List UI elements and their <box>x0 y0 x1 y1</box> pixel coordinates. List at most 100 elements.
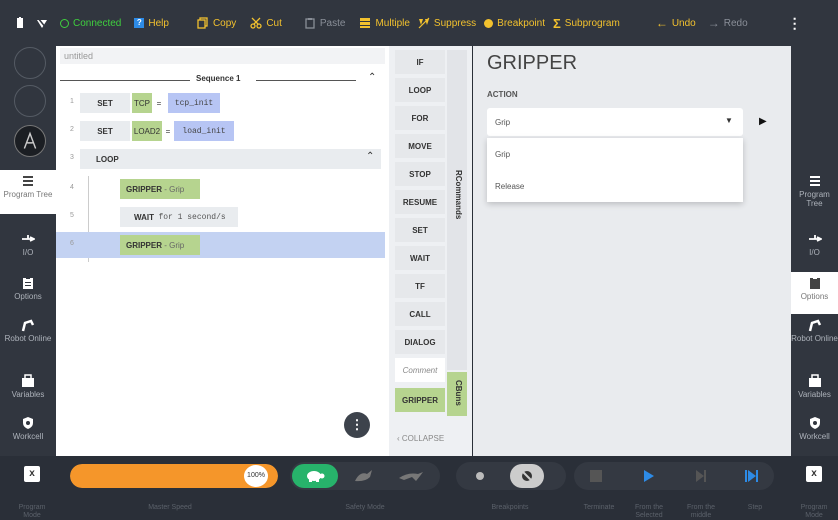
rabbit-icon[interactable] <box>352 468 374 484</box>
subprogram-button[interactable]: Σ Subprogram <box>553 0 620 46</box>
cmd-if[interactable]: IF <box>395 50 445 74</box>
program-row[interactable]: 5 WAIT for 1 second/s <box>58 204 383 230</box>
breakpoint-dot-icon[interactable] <box>476 472 484 480</box>
nav-io-right[interactable]: I/O <box>791 228 838 272</box>
redo-button[interactable]: → Redo <box>708 0 748 46</box>
dropdown-option-grip[interactable]: Grip <box>487 138 743 170</box>
program-mode-button-right[interactable]: x <box>806 466 822 482</box>
action-select[interactable]: Grip ▼ <box>487 108 743 136</box>
sequence-label: Sequence 1 <box>196 74 241 83</box>
action-dropdown-menu: Grip Release <box>487 138 743 202</box>
connected-icon <box>60 18 69 28</box>
chevron-left-icon: ‹ <box>397 434 400 443</box>
cmd-loop[interactable]: LOOP <box>395 78 445 102</box>
action-label: ACTION <box>487 90 518 99</box>
cmd-call[interactable]: CALL <box>395 302 445 326</box>
list-icon <box>809 176 820 186</box>
cut-button[interactable]: Cut <box>250 0 282 46</box>
robot-logo-icon[interactable] <box>14 125 46 157</box>
nav-options[interactable]: Options <box>0 272 56 316</box>
step-icon[interactable] <box>744 469 760 483</box>
shield-icon <box>23 417 33 429</box>
cmd-stop[interactable]: STOP <box>395 162 445 186</box>
nav-workcell[interactable]: Workcell <box>0 412 56 456</box>
scissors-icon <box>250 17 262 29</box>
close-x-icon: x <box>811 468 817 479</box>
program-title-input[interactable]: untitled <box>60 48 385 64</box>
list-icon <box>23 176 33 186</box>
nav-variables[interactable]: Variables <box>0 370 56 414</box>
nav-options-right[interactable]: Options <box>791 272 838 314</box>
dropdown-caret-icon: ▼ <box>725 116 733 125</box>
arrow-right-icon: → <box>707 16 720 30</box>
master-speed-slider[interactable]: 100% <box>70 464 278 488</box>
program-row[interactable]: 1 SET TCP = tcp_init <box>58 90 383 116</box>
equals-sign: = <box>156 98 162 108</box>
program-mode-button[interactable]: x <box>24 466 40 482</box>
undo-button[interactable]: ← Undo <box>656 0 696 46</box>
breakpoint-button[interactable]: Breakpoint <box>484 0 545 46</box>
suppress-button[interactable]: Suppress <box>418 0 476 46</box>
cmd-set[interactable]: SET <box>395 218 445 242</box>
program-row[interactable]: 3 LOOP ⌃ <box>58 146 383 172</box>
cmd-resume[interactable]: RESUME <box>395 190 445 214</box>
cmd-comment[interactable]: Comment <box>395 358 445 382</box>
nav-workcell-right[interactable]: Workcell <box>791 412 838 456</box>
breakpoints-label: Breakpoints <box>491 504 529 511</box>
clipboard-icon <box>23 277 33 289</box>
cheetah-icon[interactable] <box>398 468 424 484</box>
step-label: Step <box>747 504 763 511</box>
program-row[interactable]: 4 GRIPPER - Grip <box>58 176 383 262</box>
nav-program-tree[interactable]: Program Tree <box>0 170 56 214</box>
sequence-header[interactable]: Sequence 1 ⌃ <box>60 72 383 88</box>
more-menu-icon[interactable]: ⋮ <box>788 0 802 46</box>
robot-arm-icon <box>21 319 35 332</box>
play-icon[interactable] <box>642 469 656 483</box>
dropdown-option-release[interactable]: Release <box>487 170 743 202</box>
right-sidebar: Program Tree I/O Options Robot Online Va… <box>791 46 838 456</box>
battery-icon <box>14 0 26 46</box>
panel-title: GRIPPER <box>487 52 578 74</box>
more-actions-button[interactable]: ⋮ <box>344 412 370 438</box>
breakpoints-toggle[interactable] <box>510 464 544 488</box>
wifi-icon <box>36 0 48 46</box>
program-row-selected[interactable]: 6 GRIPPER - Grip <box>56 232 385 258</box>
chevron-up-icon[interactable]: ⌃ <box>368 72 376 83</box>
help-button[interactable]: ? Help <box>134 0 169 46</box>
rcommands-tab[interactable]: RCommands <box>447 50 467 370</box>
shield-icon <box>809 417 820 429</box>
breakpoint-icon <box>484 18 494 28</box>
bottom-control-bar: x Program Mode 100% Master Speed Safety … <box>0 456 838 519</box>
nav-robot-online-right[interactable]: Robot Online <box>791 314 838 358</box>
safety-mode-group <box>290 462 440 490</box>
cmd-wait[interactable]: WAIT <box>395 246 445 270</box>
cbuns-tab[interactable]: CBuns <box>447 372 467 416</box>
play-arrow-icon[interactable]: ▶ <box>759 116 767 127</box>
suppress-icon <box>418 17 430 29</box>
chevron-up-icon[interactable]: ⌃ <box>366 151 374 162</box>
copy-button[interactable]: Copy <box>197 0 236 46</box>
nav-io[interactable]: I/O <box>0 228 56 272</box>
io-icon <box>22 235 35 242</box>
robot-status-circle-1[interactable] <box>14 47 46 79</box>
nav-program-tree-right[interactable]: Program Tree <box>791 170 838 214</box>
cmd-dialog[interactable]: DIALOG <box>395 330 445 354</box>
cmd-gripper[interactable]: GRIPPER <box>395 388 445 412</box>
stop-icon[interactable] <box>590 470 602 482</box>
play-from-middle-icon[interactable] <box>694 469 708 483</box>
program-row[interactable]: 2 SET LOAD2 = load_init <box>58 118 383 144</box>
connected-status[interactable]: Connected <box>60 0 121 46</box>
nav-variables-right[interactable]: Variables <box>791 370 838 414</box>
safety-mode-label: Safety Mode <box>345 504 385 511</box>
nav-robot-online[interactable]: Robot Online <box>0 314 56 358</box>
cmd-move[interactable]: MOVE <box>395 134 445 158</box>
collapse-button[interactable]: ‹ COLLAPSE <box>397 434 444 443</box>
robot-status-circle-2[interactable] <box>14 85 46 117</box>
cmd-tf[interactable]: TF <box>395 274 445 298</box>
multiple-button[interactable]: Multiple <box>359 0 410 46</box>
paste-button[interactable]: Paste <box>304 0 345 46</box>
cmd-for[interactable]: FOR <box>395 106 445 130</box>
turtle-mode-button[interactable] <box>292 464 338 488</box>
breakpoints-group <box>456 462 566 490</box>
speed-knob[interactable]: 100% <box>244 465 268 487</box>
